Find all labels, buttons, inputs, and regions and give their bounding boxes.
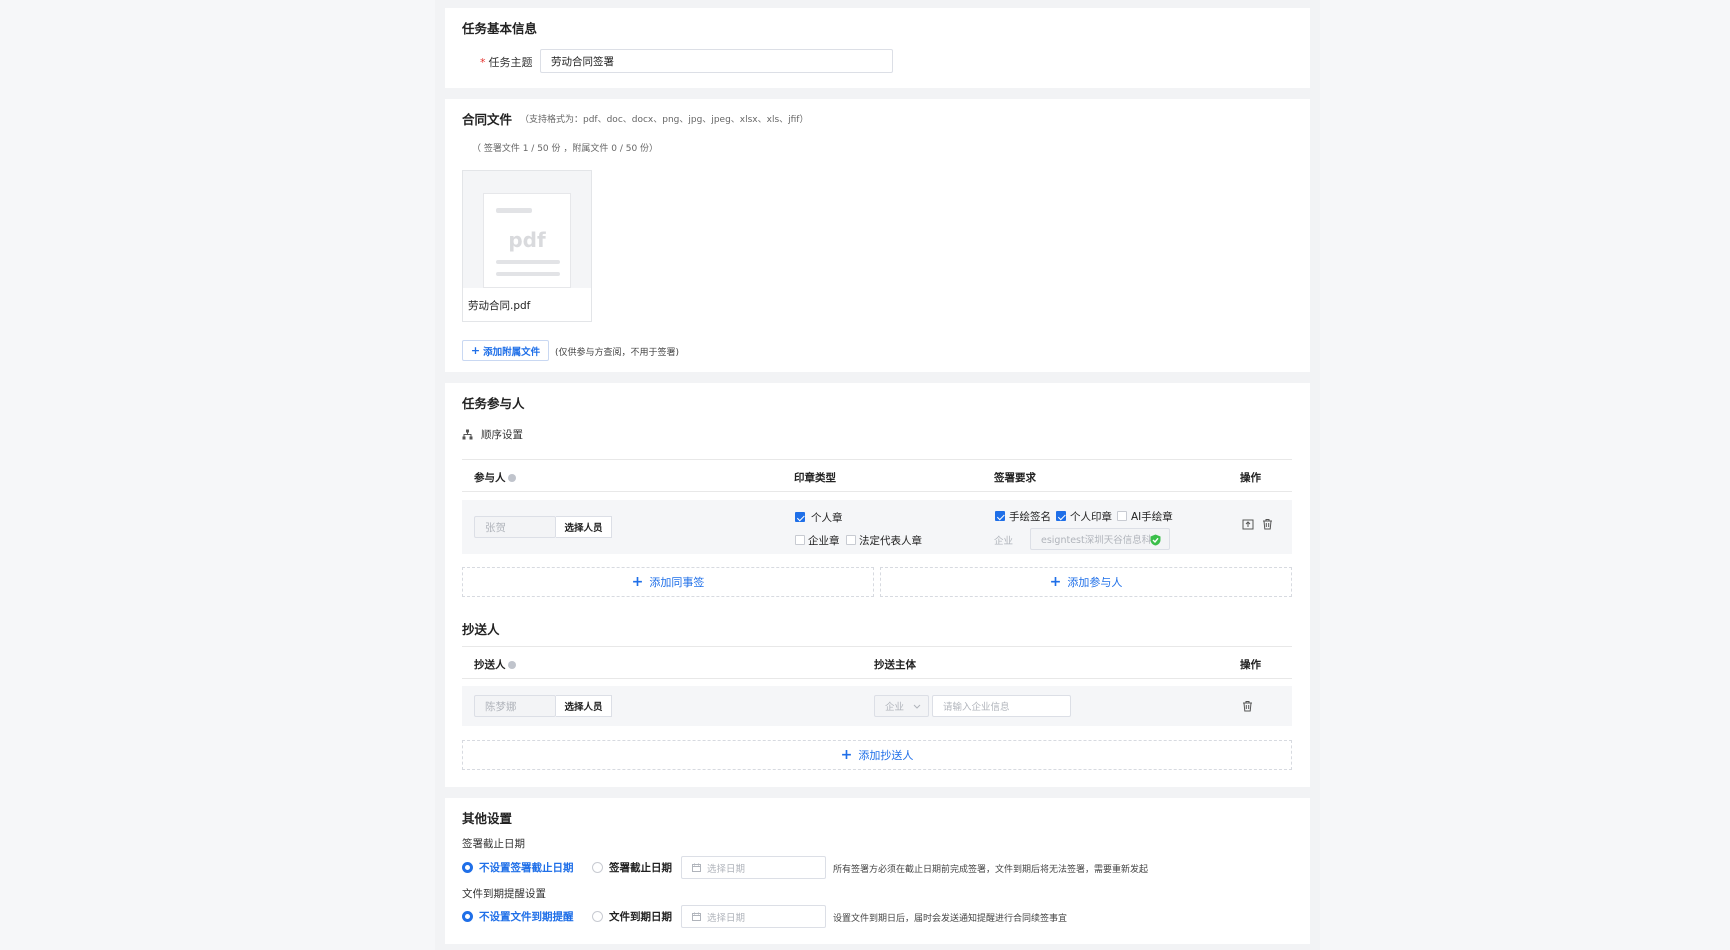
deadline-none-radio[interactable] [462, 862, 473, 873]
other-settings-card: 其他设置 签署截止日期 不设置签署截止日期 签署截止日期 选择日期 所有签署方必… [445, 798, 1310, 944]
expire-title: 文件到期提醒设置 [462, 888, 546, 900]
seal-personal-label: 个人章 [811, 512, 843, 524]
seal-personal-checkbox[interactable] [795, 512, 805, 522]
file-thumbnail: pdf [463, 171, 591, 288]
cc-name-input[interactable]: 陈梦娜 [474, 695, 556, 717]
calendar-icon [692, 912, 701, 921]
hierarchy-icon [462, 429, 473, 440]
order-setting-label: 顺序设置 [481, 429, 523, 441]
file-count-note: （ 签署文件 1 / 50 份 ，附属文件 0 / 50 份） [472, 144, 659, 154]
pdf-type-label: pdf [508, 228, 546, 252]
col-sign-requirement: 签署要求 [994, 472, 1036, 484]
participants-card: 任务参与人 顺序设置 参与人 印章类型 签署要求 操作 张贺 选择人员 个人章 … [445, 383, 1310, 787]
contract-files-card: 合同文件 （支持格式为：pdf、doc、docx、png、jpg、jpeg、xl… [445, 99, 1310, 372]
deadline-set-radio[interactable] [592, 862, 603, 873]
col-cc-person: 抄送人 [474, 657, 516, 672]
attachment-note: (仅供参与方查阅，不用于签署) [555, 348, 680, 358]
select-person-button[interactable]: 选择人员 [556, 516, 612, 538]
add-cc-button[interactable]: + 添加抄送人 [462, 740, 1292, 770]
info-icon[interactable] [507, 474, 516, 482]
col-cc-entity: 抄送主体 [874, 659, 916, 671]
deadline-title: 签署截止日期 [462, 838, 525, 850]
col-action: 操作 [1240, 472, 1261, 484]
form-container: 任务基本信息 * 任务主题 劳动合同签署 合同文件 （支持格式为：pdf、doc、… [435, 0, 1320, 950]
expire-none-label[interactable]: 不设置文件到期提醒 [479, 909, 574, 924]
plus-icon: + [840, 747, 853, 763]
expire-set-radio[interactable] [592, 911, 603, 922]
other-settings-title: 其他设置 [462, 811, 513, 826]
delete-icon[interactable] [1262, 518, 1273, 530]
deadline-date-picker[interactable]: 选择日期 [681, 856, 826, 879]
add-colleague-sign-button[interactable]: + 添加同事签 [462, 567, 874, 597]
cc-table-header: 抄送人 抄送主体 操作 [462, 646, 1292, 679]
basic-info-card: 任务基本信息 * 任务主题 劳动合同签署 [445, 8, 1310, 88]
participants-title: 任务参与人 [462, 396, 525, 411]
info-icon[interactable] [507, 661, 516, 669]
seal-company-checkbox[interactable] [795, 535, 805, 545]
pdf-icon: pdf [483, 193, 571, 288]
seal-legal-checkbox[interactable] [846, 535, 856, 545]
expire-set-label[interactable]: 文件到期日期 [609, 909, 672, 924]
file-name: 劳动合同.pdf [468, 300, 531, 312]
deadline-set-label[interactable]: 签署截止日期 [609, 860, 672, 875]
req-personal-seal-label: 个人印章 [1070, 511, 1112, 523]
plus-icon: + [1049, 574, 1062, 590]
seal-legal-label: 法定代表人章 [859, 535, 922, 547]
req-ai-seal-label: AI手绘章 [1131, 511, 1173, 523]
verified-shield-icon [1150, 534, 1161, 546]
cc-entity-type-select[interactable]: 企业 [874, 695, 929, 717]
subject-label: * 任务主题 [480, 56, 533, 69]
plus-icon: + [631, 574, 644, 590]
participant-name-input[interactable]: 张贺 [474, 516, 556, 538]
move-icon[interactable] [1242, 518, 1254, 530]
seal-company-label: 企业章 [808, 535, 840, 547]
col-seal-type: 印章类型 [794, 472, 836, 484]
subject-input[interactable]: 劳动合同签署 [540, 49, 893, 73]
basic-info-title: 任务基本信息 [462, 21, 538, 36]
calendar-icon [692, 863, 701, 872]
plus-icon: + [470, 344, 481, 357]
req-personal-seal-checkbox[interactable] [1056, 511, 1066, 521]
col-participant: 参与人 [474, 470, 516, 485]
add-attachment-button[interactable]: + 添加附属文件 [462, 340, 549, 361]
cc-row: 陈梦娜 选择人员 企业 请输入企业信息 [462, 686, 1292, 726]
participant-row: 张贺 选择人员 个人章 企业章 法定代表人章 手绘签名 个人印章 AI手绘章 企… [462, 500, 1292, 554]
deadline-tip: 所有签署方必须在截止日期前完成签署，文件到期后将无法签署，需要重新发起 [833, 865, 1149, 875]
deadline-none-label[interactable]: 不设置签署截止日期 [479, 860, 574, 875]
expire-none-radio[interactable] [462, 911, 473, 922]
req-handwrite-label: 手绘签名 [1009, 511, 1051, 523]
col-cc-action: 操作 [1240, 659, 1261, 671]
cc-entity-input[interactable]: 请输入企业信息 [932, 695, 1071, 717]
expire-tip: 设置文件到期日后，届时会发送通知提醒进行合同续签事宜 [833, 914, 1068, 924]
required-mark: * [480, 56, 486, 69]
file-card[interactable]: pdf 劳动合同.pdf [462, 170, 592, 322]
req-ai-seal-checkbox[interactable] [1117, 511, 1127, 521]
company-input[interactable]: esigntest深圳天谷信息科 [1030, 528, 1170, 550]
expire-date-picker[interactable]: 选择日期 [681, 905, 826, 928]
chevron-down-icon [913, 704, 921, 709]
cc-title: 抄送人 [462, 622, 500, 637]
formats-note: （支持格式为：pdf、doc、docx、png、jpg、jpeg、xlsx、xl… [520, 115, 809, 125]
contract-files-title: 合同文件 [462, 112, 513, 127]
req-handwrite-checkbox[interactable] [995, 511, 1005, 521]
company-label: 企业 [994, 536, 1014, 547]
cc-delete-icon[interactable] [1242, 700, 1253, 712]
cc-select-person-button[interactable]: 选择人员 [556, 695, 612, 717]
participants-table-header: 参与人 印章类型 签署要求 操作 [462, 459, 1292, 492]
order-setting[interactable]: 顺序设置 [462, 427, 523, 442]
add-participant-button[interactable]: + 添加参与人 [880, 567, 1292, 597]
